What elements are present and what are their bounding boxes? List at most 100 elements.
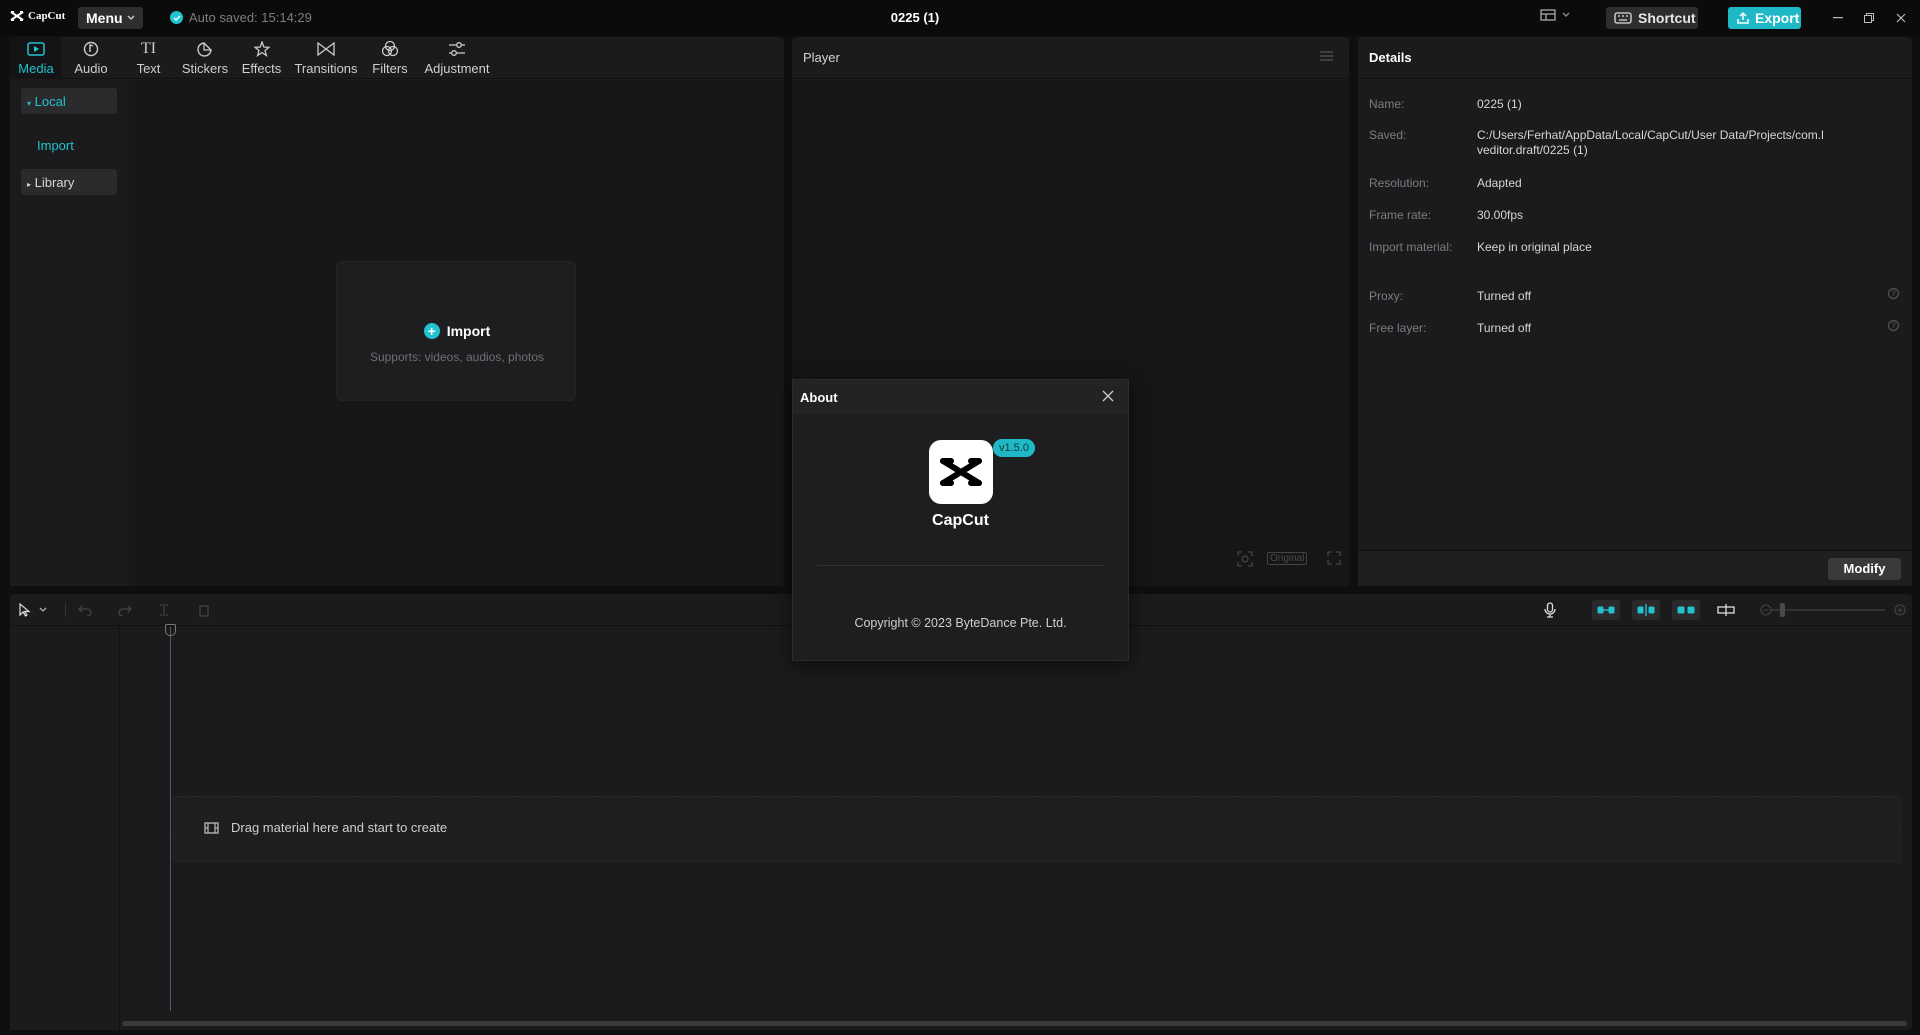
tab-label: Stickers bbox=[181, 61, 229, 76]
player-menu-button[interactable] bbox=[1320, 51, 1333, 61]
trash-icon bbox=[198, 603, 210, 617]
tab-label: Adjustment bbox=[424, 61, 490, 76]
filters-icon bbox=[380, 39, 400, 59]
tab-adjustment[interactable]: Adjustment bbox=[418, 37, 496, 79]
tab-effects[interactable]: Effects bbox=[233, 37, 290, 79]
preview-axis-toggle[interactable] bbox=[1716, 602, 1736, 618]
playhead-handle[interactable] bbox=[165, 624, 176, 636]
original-ratio-button[interactable]: Original bbox=[1267, 552, 1308, 565]
detail-value-proxy: Turned off bbox=[1477, 289, 1532, 303]
copyright-text: Copyright © 2023 ByteDance Pte. Ltd. bbox=[854, 616, 1067, 630]
about-dialog: About v1.5.0 CapCut Copyright © 2023 Byt… bbox=[792, 379, 1129, 661]
player-header: Player bbox=[792, 37, 1349, 79]
export-label: Export bbox=[1755, 10, 1800, 26]
modify-button[interactable]: Modify bbox=[1828, 558, 1901, 580]
sidebar-item-label: Local bbox=[34, 94, 66, 109]
close-window-button[interactable] bbox=[1893, 10, 1909, 26]
import-hint: Supports: videos, audios, photos bbox=[369, 350, 545, 364]
shortcut-button[interactable]: Shortcut bbox=[1606, 7, 1698, 29]
tool-dropdown-button[interactable] bbox=[38, 602, 48, 618]
title-bar: CapCut Menu Auto saved: 15:14:29 0225 (1… bbox=[0, 0, 1920, 36]
stickers-icon bbox=[195, 39, 215, 59]
tab-audio[interactable]: Audio bbox=[62, 37, 120, 79]
preview-axis-icon bbox=[1717, 604, 1735, 616]
chevron-down-icon bbox=[1562, 12, 1570, 18]
timeline-dropzone[interactable]: Drag material here and start to create bbox=[173, 796, 1901, 862]
auto-snap-toggle[interactable] bbox=[1632, 600, 1660, 620]
chevron-down-icon bbox=[127, 15, 135, 21]
layout-icon bbox=[1540, 9, 1556, 21]
detail-label-frame-rate: Frame rate: bbox=[1369, 208, 1432, 222]
timeline-scrollbar[interactable] bbox=[122, 1021, 1907, 1026]
tab-label: Media bbox=[18, 61, 54, 76]
capcut-logo-icon bbox=[10, 10, 24, 22]
export-icon bbox=[1736, 11, 1750, 25]
detail-value-import-material: Keep in original place bbox=[1477, 240, 1592, 254]
record-audio-button[interactable] bbox=[1541, 602, 1559, 618]
select-tool-button[interactable] bbox=[16, 602, 34, 618]
transitions-icon bbox=[316, 39, 336, 59]
tab-transitions[interactable]: Transitions bbox=[290, 37, 362, 79]
delete-button[interactable] bbox=[195, 602, 213, 618]
sidebar-item-import[interactable]: Import bbox=[37, 138, 74, 153]
help-icon[interactable]: ? bbox=[1888, 320, 1899, 331]
detail-label-import-material: Import material: bbox=[1369, 240, 1453, 254]
sidebar-item-local[interactable]: ▾ Local bbox=[21, 88, 117, 114]
export-button[interactable]: Export bbox=[1728, 7, 1801, 29]
check-circle-icon bbox=[170, 11, 183, 24]
version-badge: v1.5.0 bbox=[993, 439, 1035, 457]
sidebar-item-library[interactable]: ▸ Library bbox=[21, 169, 117, 195]
cursor-icon bbox=[19, 603, 31, 617]
app-name: CapCut bbox=[932, 512, 989, 529]
undo-button[interactable] bbox=[76, 602, 94, 618]
screenshot-button[interactable] bbox=[1237, 551, 1253, 567]
tab-label: Filters bbox=[372, 61, 408, 76]
tab-label: Text bbox=[136, 61, 161, 76]
film-icon bbox=[204, 821, 219, 834]
details-header: Details bbox=[1358, 37, 1912, 79]
details-title: Details bbox=[1369, 50, 1412, 65]
tab-text[interactable]: TI Text bbox=[120, 37, 177, 79]
shortcut-label: Shortcut bbox=[1638, 10, 1696, 26]
restore-icon bbox=[1864, 13, 1874, 23]
import-dropzone[interactable]: + Import Supports: videos, audios, photo… bbox=[336, 261, 576, 401]
tab-label: Audio bbox=[74, 61, 108, 76]
fullscreen-button[interactable] bbox=[1327, 551, 1341, 565]
divider bbox=[817, 565, 1104, 566]
import-action[interactable]: + Import bbox=[337, 323, 577, 339]
linkage-toggle[interactable] bbox=[1672, 600, 1700, 620]
help-icon[interactable]: ? bbox=[1888, 288, 1899, 299]
detail-label-name: Name: bbox=[1369, 97, 1405, 111]
minimize-button[interactable] bbox=[1830, 10, 1846, 26]
close-icon bbox=[1896, 13, 1906, 23]
redo-button[interactable] bbox=[116, 602, 134, 618]
effects-icon bbox=[252, 39, 272, 59]
detail-value-resolution: Adapted bbox=[1477, 176, 1522, 190]
playhead[interactable] bbox=[170, 627, 171, 1011]
detail-value-free-layer: Turned off bbox=[1477, 321, 1532, 335]
media-tabbar: Media Audio TI Text Stickers Effects Tra… bbox=[10, 37, 784, 79]
main-track-magnet-toggle[interactable] bbox=[1592, 600, 1620, 620]
audio-icon bbox=[81, 39, 101, 59]
toolbar-divider bbox=[65, 603, 66, 617]
camera-frame-icon bbox=[1237, 551, 1253, 567]
split-button[interactable] bbox=[155, 602, 173, 618]
tab-label: Transitions bbox=[294, 61, 358, 76]
zoom-in-button[interactable] bbox=[1894, 602, 1906, 618]
zoom-slider-handle[interactable] bbox=[1780, 603, 1785, 617]
layout-button[interactable] bbox=[1540, 9, 1570, 21]
media-sidebar bbox=[10, 80, 130, 586]
tab-filters[interactable]: Filters bbox=[362, 37, 418, 79]
zoom-slider-track[interactable] bbox=[1770, 609, 1885, 611]
menu-button[interactable]: Menu bbox=[78, 7, 143, 29]
app-logo: CapCut bbox=[10, 10, 65, 22]
about-title: About bbox=[800, 390, 838, 405]
detail-value-saved: C:/Users/Ferhat/AppData/Local/CapCut/Use… bbox=[1477, 128, 1824, 157]
snap-icon bbox=[1637, 604, 1655, 616]
caret-right-icon: ▸ bbox=[27, 180, 32, 189]
tab-media[interactable]: Media bbox=[10, 37, 62, 79]
about-close-button[interactable] bbox=[1102, 390, 1116, 404]
restore-button[interactable] bbox=[1861, 10, 1877, 26]
tab-stickers[interactable]: Stickers bbox=[177, 37, 233, 79]
undo-icon bbox=[78, 604, 92, 616]
